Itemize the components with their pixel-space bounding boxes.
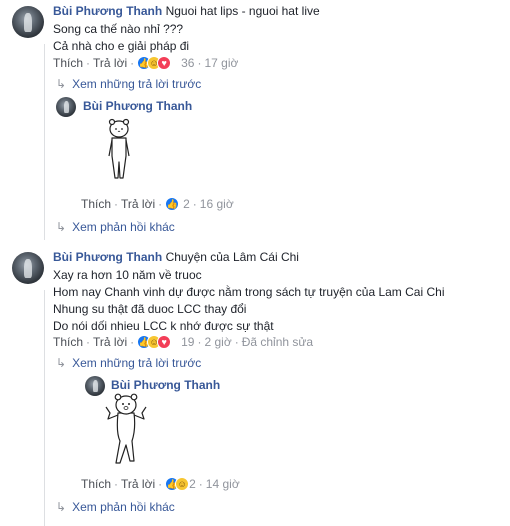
comment-actions: Thích · Trả lời · 👍 ☺ ♥ 19 · 2 giờ · Đã chỉnh sửa [53,335,314,349]
reaction-icons[interactable]: 👍 ☺ ♥ [137,335,181,349]
reaction-icons[interactable]: 👍 [165,197,183,211]
reply-actions: Thích · Trả lời · 👍 ☺ 2 · 14 giờ [81,477,240,491]
reaction-count[interactable]: 36 [181,56,194,70]
timestamp[interactable]: 17 giờ [204,56,238,70]
thread-line [44,44,45,240]
timestamp[interactable]: 16 giờ [200,197,234,211]
avatar[interactable] [12,6,44,38]
reply-avatar[interactable] [85,376,105,396]
view-more-replies[interactable]: ↳ Xem phản hồi khác [56,499,175,515]
reply-link[interactable]: Trả lời [121,477,155,491]
comment-line: Song ca thế nào nhỉ ??? [53,22,184,36]
reply-arrow-icon: ↳ [56,220,67,234]
reaction-count[interactable]: 2 [189,477,196,491]
comment-line: Do nói dối nhieu LCC k nhớ được sự thật [53,319,274,333]
reaction-count[interactable]: 19 [181,335,194,349]
avatar[interactable] [12,252,44,284]
comment-line: Hom nay Chanh vinh dự được nằm trong sác… [53,285,445,299]
like-link[interactable]: Thích [53,56,83,70]
timestamp[interactable]: 2 giờ [204,335,231,349]
like-link[interactable]: Thích [53,335,83,349]
author-name[interactable]: Bùi Phương Thanh [53,250,162,264]
bear-dancing-sticker[interactable] [104,393,148,467]
edited-label[interactable]: Đã chỉnh sửa [242,335,313,349]
reply-arrow-icon: ↳ [56,500,67,514]
comment-line: Xay ra hơn 10 năm về truoc [53,268,202,282]
haha-reaction-icon: ☺ [175,477,190,491]
bear-standing-sticker[interactable] [102,118,136,184]
reaction-icons[interactable]: 👍 ☺ ♥ [137,56,181,70]
reply-avatar[interactable] [56,97,76,117]
comment-line: Nhung su thật đã duoc LCC thay đổi [53,302,247,316]
like-link[interactable]: Thích [81,477,111,491]
view-previous-replies[interactable]: ↳ Xem những trả lời trước [56,355,201,371]
reaction-count[interactable]: 2 [183,197,190,211]
reply-arrow-icon: ↳ [56,356,67,370]
comment-line: Nguoi hat lips - nguoi hat live [165,4,320,18]
reply-actions: Thích · Trả lời · 👍 2 · 16 giờ [81,197,234,211]
love-reaction-icon: ♥ [157,335,172,349]
like-reaction-icon: 👍 [165,197,180,211]
author-name[interactable]: Bùi Phương Thanh [53,4,162,18]
reaction-icons[interactable]: 👍 ☺ [165,477,190,491]
timestamp[interactable]: 14 giờ [206,477,240,491]
comment-text: Bùi Phương Thanh Nguoi hat lips - nguoi … [53,3,320,19]
reply-author-name[interactable]: Bùi Phương Thanh [83,98,192,114]
thread-line [44,290,45,526]
comment-text: Bùi Phương Thanh Chuyện của Lâm Cái Chi [53,249,299,265]
reply-link[interactable]: Trả lời [93,335,127,349]
love-reaction-icon: ♥ [157,56,172,70]
reply-author-name[interactable]: Bùi Phương Thanh [111,377,220,393]
like-link[interactable]: Thích [81,197,111,211]
comment-line: Chuyện của Lâm Cái Chi [165,250,299,264]
reply-link[interactable]: Trả lời [93,56,127,70]
comment-line: Cả nhà cho e giải pháp đi [53,39,190,53]
view-more-replies[interactable]: ↳ Xem phản hồi khác [56,219,175,235]
reply-link[interactable]: Trả lời [121,197,155,211]
view-previous-replies[interactable]: ↳ Xem những trả lời trước [56,76,201,92]
reply-arrow-icon: ↳ [56,77,67,91]
comment-actions: Thích · Trả lời · 👍 ☺ ♥ 36 · 17 giờ [53,56,239,70]
